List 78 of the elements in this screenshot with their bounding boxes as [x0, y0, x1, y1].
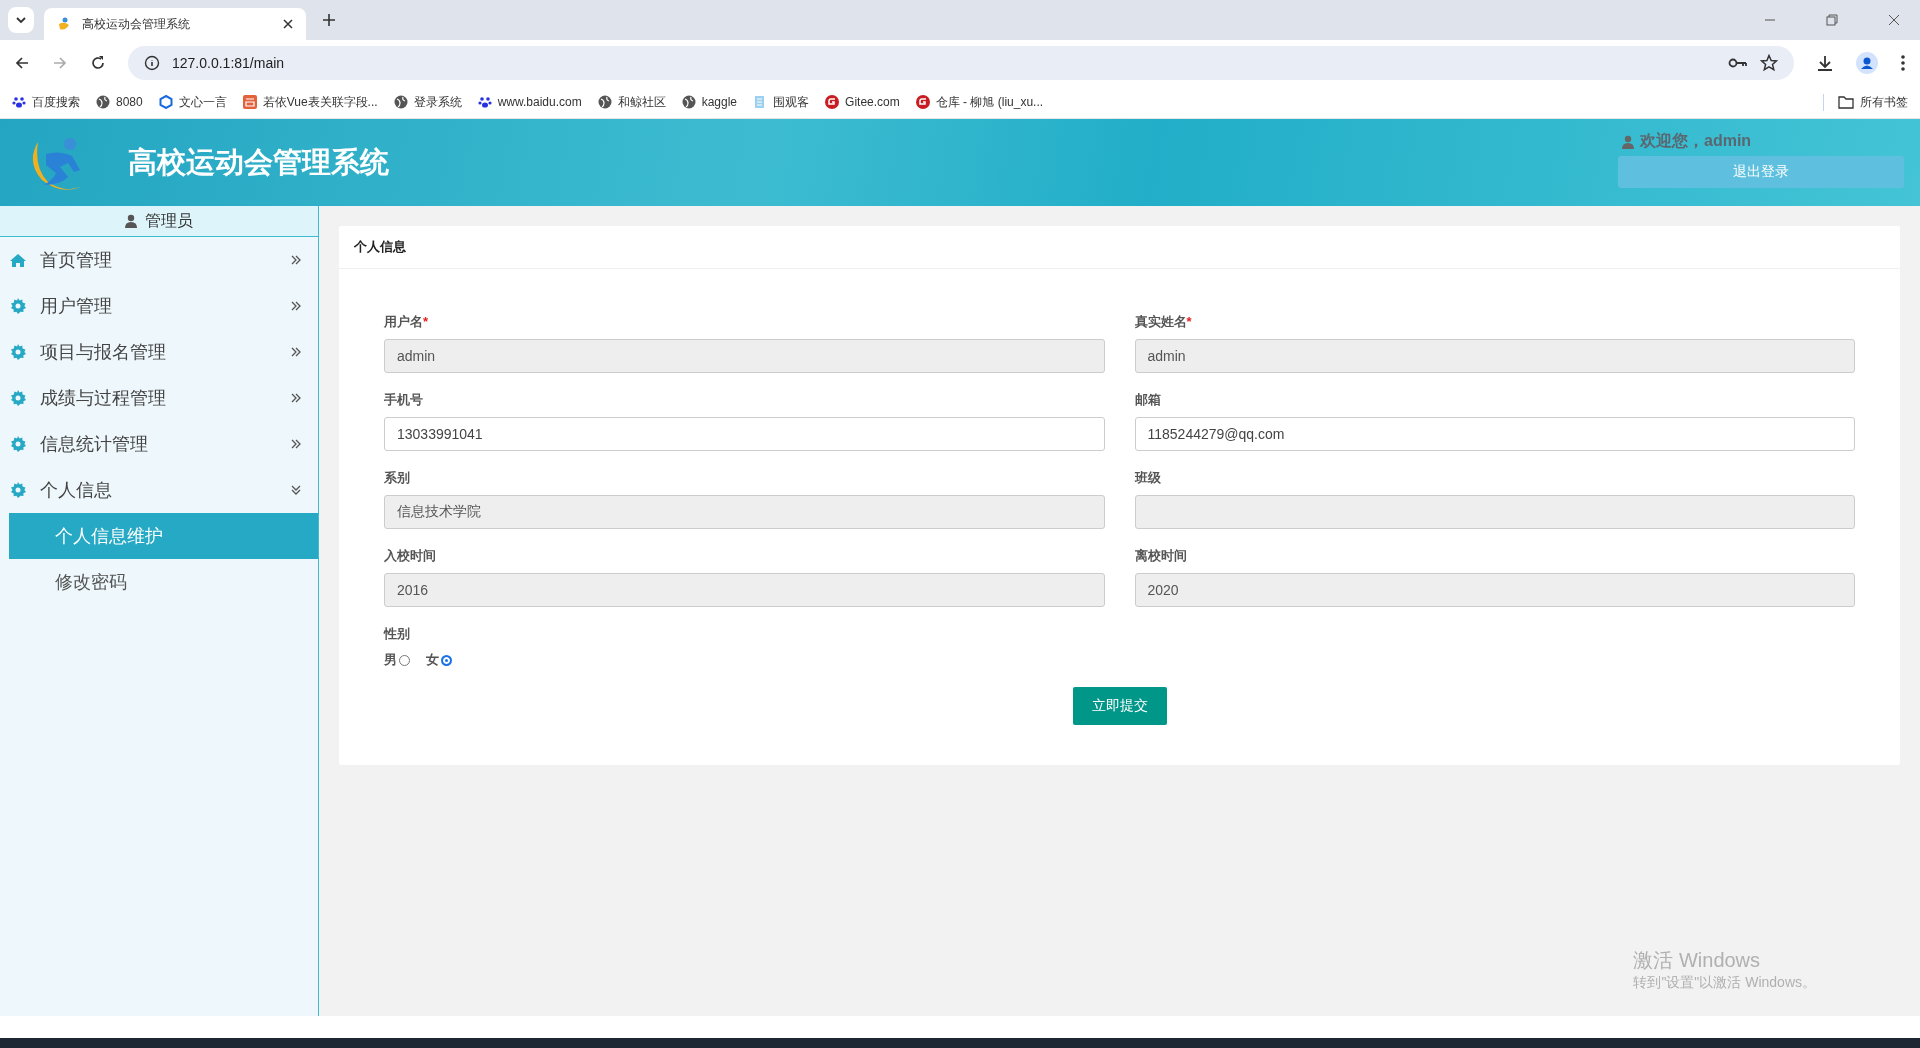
gear-icon: [10, 390, 26, 406]
field-label: 离校时间: [1134, 547, 1188, 565]
user-icon: [1622, 134, 1634, 149]
bookmark-logo-icon: [242, 95, 257, 109]
role-label: 管理员: [145, 210, 193, 231]
field-label: 真实姓名*: [1134, 313, 1193, 331]
gear-icon: [10, 482, 26, 498]
field-label: 用户名*: [384, 313, 430, 331]
bookmark[interactable]: 8080: [96, 95, 143, 109]
gitee-icon: [825, 95, 840, 109]
new-tab-icon[interactable]: [322, 13, 336, 27]
nav-item[interactable]: 项目与报名管理: [0, 329, 318, 375]
gear-icon: [10, 298, 26, 314]
welcome-text: 欢迎您，admin: [1640, 131, 1752, 151]
chevron-down-icon: [15, 14, 27, 26]
gear-icon: [10, 436, 26, 452]
field-label: 手机号: [384, 391, 424, 409]
bookmark[interactable]: kaggle: [681, 95, 738, 109]
nav-subitem[interactable]: 修改密码: [9, 559, 318, 605]
bookmark[interactable]: 登录系统: [393, 93, 462, 111]
nav-item[interactable]: 用户管理: [0, 283, 318, 329]
submit-button[interactable]: 立即提交: [1072, 687, 1167, 725]
close-icon[interactable]: [282, 18, 294, 30]
field-label: 邮箱: [1134, 391, 1162, 409]
browser-tab[interactable]: 高校运动会管理系统: [44, 8, 306, 40]
favicon-icon: [56, 16, 72, 32]
globe-icon: [96, 95, 110, 109]
gear-icon: [10, 344, 26, 360]
bookmark[interactable]: 仓库 - 柳旭 (liu_xu...: [915, 93, 1044, 111]
key-icon[interactable]: [1728, 56, 1748, 70]
nav-item[interactable]: 信息统计管理: [0, 421, 318, 467]
globe-icon: [681, 95, 696, 109]
field-label: 性别: [384, 625, 411, 643]
nav-item[interactable]: 个人信息: [0, 467, 318, 513]
app-title: 高校运动会管理系统: [128, 144, 389, 180]
paw-icon: [12, 95, 26, 109]
more-icon[interactable]: [1900, 54, 1906, 72]
radio-label: 男: [384, 651, 397, 669]
paw-icon: [477, 95, 492, 109]
tab-search-button[interactable]: [8, 7, 34, 33]
back-icon[interactable]: [14, 55, 30, 71]
cube-icon: [158, 95, 173, 109]
input-field[interactable]: 13033991041: [384, 417, 1105, 451]
bookmark[interactable]: Gitee.com: [825, 95, 900, 109]
info-icon[interactable]: [144, 55, 160, 71]
field-label: 系别: [384, 469, 411, 487]
bookmark[interactable]: 文心一言: [158, 93, 227, 111]
radio-label: 女: [426, 651, 439, 669]
activation-hint: 转到"设置"以激活 Windows。: [1633, 974, 1816, 992]
bookmark[interactable]: 百度搜索: [12, 93, 80, 111]
folder-icon: [1838, 95, 1854, 109]
home-icon: [10, 253, 26, 267]
field-label: 入校时间: [384, 547, 437, 565]
field-label: 班级: [1134, 469, 1162, 487]
tab-title: 高校运动会管理系统: [82, 15, 191, 33]
radio-button[interactable]: [399, 654, 410, 666]
bookmark[interactable]: 和鲸社区: [597, 93, 666, 111]
all-bookmarks-button[interactable]: 所有书签: [1823, 93, 1908, 111]
close-icon[interactable]: [1888, 14, 1900, 26]
radio-button[interactable]: [441, 654, 452, 666]
reload-icon[interactable]: [90, 55, 106, 71]
bookmark[interactable]: 若依Vue表关联字段...: [242, 93, 378, 111]
bookmark[interactable]: 围观客: [753, 93, 810, 111]
bookmark[interactable]: www.baidu.com: [477, 95, 582, 109]
nav-item[interactable]: 首页管理: [0, 237, 318, 283]
restore-icon[interactable]: [1826, 14, 1838, 26]
gitee-icon: [915, 95, 930, 109]
address-bar[interactable]: 127.0.0.1:81/main: [128, 46, 1794, 80]
globe-icon: [393, 95, 408, 109]
input-field[interactable]: 1185244279@qq.com: [1134, 417, 1855, 451]
download-icon[interactable]: [1816, 54, 1834, 72]
star-icon[interactable]: [1760, 54, 1778, 72]
nav-item[interactable]: 成绩与过程管理: [0, 375, 318, 421]
user-icon: [125, 214, 137, 228]
globe-icon: [597, 95, 612, 109]
card-title: 个人信息: [354, 238, 406, 256]
profile-icon[interactable]: [1856, 52, 1878, 74]
activation-title: 激活 Windows: [1633, 948, 1762, 973]
